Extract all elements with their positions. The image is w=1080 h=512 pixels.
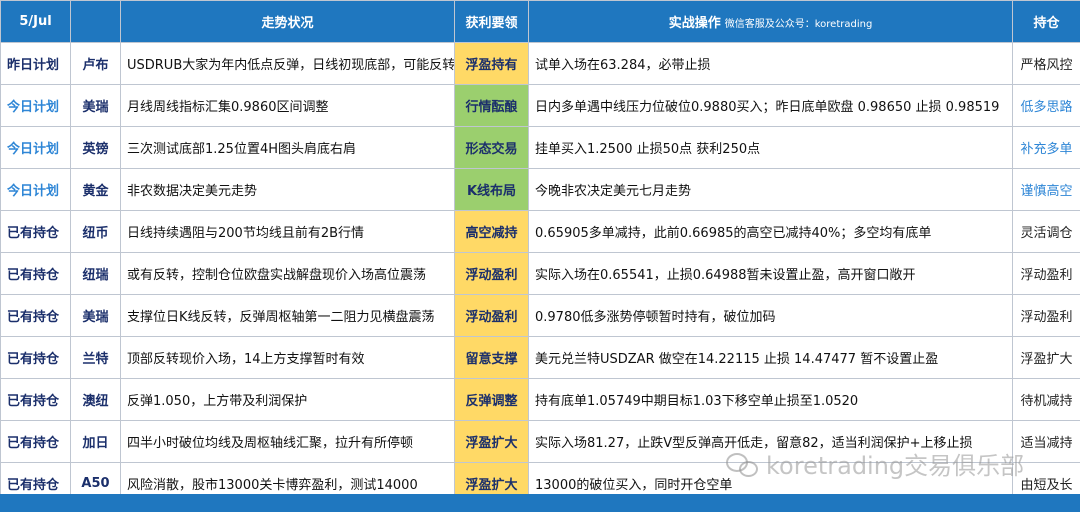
table-row: 今日计划 黄金 非农数据决定美元走势 K线布局 今晚非农决定美元七月走势 谨慎高…	[0, 168, 1080, 211]
row-currency: 纽币	[70, 210, 121, 253]
table-row: 已有持仓 美瑞 支撑位日K线反转，反弹周枢轴第一二阻力见横盘震荡 浮动盈利 0.…	[0, 294, 1080, 337]
header-trend: 走势状况	[120, 0, 455, 43]
row-position: 谨慎高空	[1012, 168, 1080, 211]
row-trend: 或有反转，控制仓位欧盘实战解盘现价入场高位震荡	[120, 252, 455, 295]
row-currency: 纽瑞	[70, 252, 121, 295]
row-position: 灵活调仓	[1012, 210, 1080, 253]
table-row: 已有持仓 纽币 日线持续遇阻与200节均线且前有2B行情 高空减持 0.6590…	[0, 210, 1080, 253]
row-position: 低多思路	[1012, 84, 1080, 127]
row-status: 已有持仓	[0, 378, 71, 421]
row-status: 昨日计划	[0, 42, 71, 85]
header-action: 实战操作 微信客服及公众号：koretrading	[528, 0, 1013, 43]
row-currency: 英镑	[70, 126, 121, 169]
row-position: 待机减持	[1012, 378, 1080, 421]
row-key: K线布局	[454, 168, 529, 211]
row-action: 持有底单1.05749中期目标1.03下移空单止损至1.0520	[528, 378, 1013, 421]
row-action: 挂单买入1.2500 止损50点 获利250点	[528, 126, 1013, 169]
row-trend: USDRUB大家为年内低点反弹，日线初现底部，可能反转	[120, 42, 455, 85]
row-trend: 三次测试底部1.25位置4H图头肩底右肩	[120, 126, 455, 169]
row-position: 浮动盈利	[1012, 294, 1080, 337]
row-status: 已有持仓	[0, 336, 71, 379]
table-row: 已有持仓 兰特 顶部反转现价入场，14上方支撑暂时有效 留意支撑 美元兑兰特US…	[0, 336, 1080, 379]
row-position: 适当减持	[1012, 420, 1080, 463]
row-position: 严格风控	[1012, 42, 1080, 85]
row-trend: 四半小时破位均线及周枢轴线汇聚，拉升有所停顿	[120, 420, 455, 463]
trading-plan-table: 5/Jul 走势状况 获利要领 实战操作 微信客服及公众号：koretrading…	[0, 0, 1080, 505]
row-status: 已有持仓	[0, 420, 71, 463]
row-status: 已有持仓	[0, 252, 71, 295]
row-trend: 月线周线指标汇集0.9860区间调整	[120, 84, 455, 127]
row-status: 已有持仓	[0, 210, 71, 253]
table-row: 已有持仓 加日 四半小时破位均线及周枢轴线汇聚，拉升有所停顿 浮盈扩大 实际入场…	[0, 420, 1080, 463]
row-currency: 美瑞	[70, 294, 121, 337]
row-position: 浮动盈利	[1012, 252, 1080, 295]
row-action: 试单入场在63.284，必带止损	[528, 42, 1013, 85]
header-row: 5/Jul 走势状况 获利要领 实战操作 微信客服及公众号：koretrading…	[0, 0, 1080, 43]
row-key: 形态交易	[454, 126, 529, 169]
header-action-label: 实战操作	[668, 16, 721, 31]
row-currency: 兰特	[70, 336, 121, 379]
table-row: 已有持仓 澳纽 反弹1.050，上方带及利润保护 反弹调整 持有底单1.0574…	[0, 378, 1080, 421]
row-status: 已有持仓	[0, 294, 71, 337]
row-status: 今日计划	[0, 126, 71, 169]
table-row: 今日计划 美瑞 月线周线指标汇集0.9860区间调整 行情酝酿 日内多单遇中线压…	[0, 84, 1080, 127]
row-key: 高空减持	[454, 210, 529, 253]
row-position: 浮盈扩大	[1012, 336, 1080, 379]
table-row: 今日计划 英镑 三次测试底部1.25位置4H图头肩底右肩 形态交易 挂单买入1.…	[0, 126, 1080, 169]
row-currency: 卢布	[70, 42, 121, 85]
header-key: 获利要领	[454, 0, 529, 43]
header-action-sub: 微信客服及公众号：koretrading	[724, 19, 873, 30]
row-trend: 顶部反转现价入场，14上方支撑暂时有效	[120, 336, 455, 379]
row-status: 今日计划	[0, 84, 71, 127]
row-key: 浮动盈利	[454, 294, 529, 337]
row-key: 浮动盈利	[454, 252, 529, 295]
row-currency: 加日	[70, 420, 121, 463]
table-row: 昨日计划 卢布 USDRUB大家为年内低点反弹，日线初现底部，可能反转 浮盈持有…	[0, 42, 1080, 85]
row-action: 实际入场81.27，止跌V型反弹高开低走，留意82，适当利润保护+上移止损	[528, 420, 1013, 463]
row-trend: 支撑位日K线反转，反弹周枢轴第一二阻力见横盘震荡	[120, 294, 455, 337]
header-date: 5/Jul	[0, 0, 71, 43]
row-action: 实际入场在0.65541，止损0.64988暂未设置止盈，高开窗口敞开	[528, 252, 1013, 295]
row-status: 今日计划	[0, 168, 71, 211]
row-key: 浮盈持有	[454, 42, 529, 85]
header-blank	[70, 0, 121, 43]
row-action: 今晚非农决定美元七月走势	[528, 168, 1013, 211]
row-trend: 日线持续遇阻与200节均线且前有2B行情	[120, 210, 455, 253]
row-action: 0.9780低多涨势停顿暂时持有，破位加码	[528, 294, 1013, 337]
bottom-bar	[0, 494, 1080, 512]
row-currency: 美瑞	[70, 84, 121, 127]
header-position: 持仓	[1012, 0, 1080, 43]
row-action: 日内多单遇中线压力位破位0.9880买入；昨日底单欧盘 0.98650 止损 0…	[528, 84, 1013, 127]
row-position: 补充多单	[1012, 126, 1080, 169]
row-currency: 澳纽	[70, 378, 121, 421]
row-trend: 非农数据决定美元走势	[120, 168, 455, 211]
row-key: 留意支撑	[454, 336, 529, 379]
row-key: 反弹调整	[454, 378, 529, 421]
row-action: 0.65905多单减持，此前0.66985的高空已减持40%；多空均有底单	[528, 210, 1013, 253]
row-action: 美元兑兰特USDZAR 做空在14.22115 止损 14.47477 暂不设置…	[528, 336, 1013, 379]
row-trend: 反弹1.050，上方带及利润保护	[120, 378, 455, 421]
row-currency: 黄金	[70, 168, 121, 211]
row-key: 行情酝酿	[454, 84, 529, 127]
table-row: 已有持仓 纽瑞 或有反转，控制仓位欧盘实战解盘现价入场高位震荡 浮动盈利 实际入…	[0, 252, 1080, 295]
row-key: 浮盈扩大	[454, 420, 529, 463]
